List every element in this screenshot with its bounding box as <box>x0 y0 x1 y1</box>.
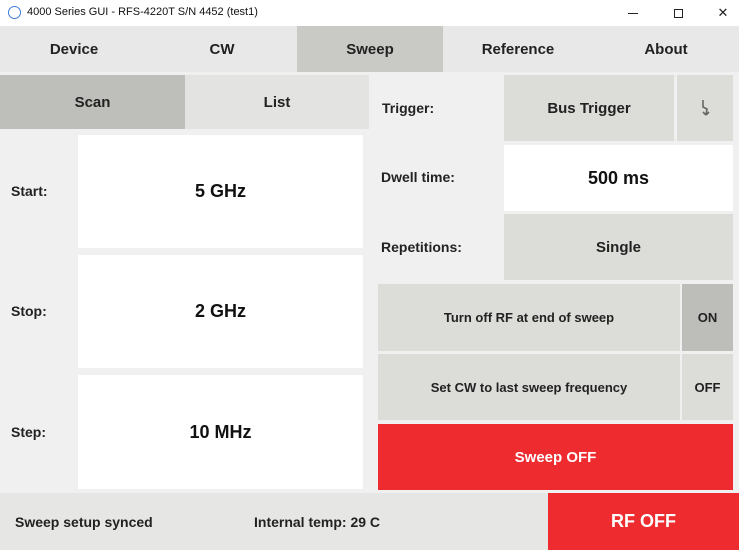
repetitions-label: Repetitions: <box>381 239 462 255</box>
maximize-button[interactable] <box>655 0 701 26</box>
sync-status: Sweep setup synced <box>15 514 153 530</box>
bolt-icon <box>702 100 710 116</box>
minimize-icon <box>628 12 638 14</box>
rf-button[interactable]: RF OFF <box>548 493 739 550</box>
step-label: Step: <box>11 424 46 440</box>
main-tabs: Device CW Sweep Reference About <box>0 26 739 72</box>
stop-label: Stop: <box>11 303 47 319</box>
tab-reference[interactable]: Reference <box>443 26 593 72</box>
sweep-subtabs: Scan List <box>0 75 369 129</box>
close-icon: ✕ <box>717 5 729 20</box>
set-cw-label[interactable]: Set CW to last sweep frequency <box>378 354 680 420</box>
start-input[interactable]: 5 GHz <box>78 135 363 248</box>
start-label: Start: <box>11 183 48 199</box>
trigger-select[interactable]: Bus Trigger <box>504 75 674 141</box>
subtab-scan[interactable]: Scan <box>0 75 185 129</box>
step-input[interactable]: 10 MHz <box>78 375 363 489</box>
status-bar: Sweep setup synced Internal temp: 29 C R… <box>0 493 739 550</box>
rf-off-end-label[interactable]: Turn off RF at end of sweep <box>378 284 680 351</box>
tab-sweep[interactable]: Sweep <box>297 26 443 72</box>
temperature-status: Internal temp: 29 C <box>254 514 381 530</box>
trigger-now-button[interactable] <box>677 75 733 141</box>
tab-device[interactable]: Device <box>0 26 148 72</box>
close-button[interactable]: ✕ <box>700 0 739 26</box>
window-title: 4000 Series GUI - RFS-4220T S/N 4452 (te… <box>27 6 258 18</box>
tab-about[interactable]: About <box>593 26 739 72</box>
dwell-input[interactable]: 500 ms <box>504 145 733 211</box>
tab-cw[interactable]: CW <box>148 26 296 72</box>
maximize-icon <box>673 8 683 18</box>
subtab-list[interactable]: List <box>185 75 369 129</box>
repetitions-select[interactable]: Single <box>504 214 733 280</box>
rf-off-end-toggle[interactable]: ON <box>682 284 733 351</box>
dwell-label: Dwell time: <box>381 169 455 185</box>
app-icon <box>8 6 21 19</box>
title-bar: 4000 Series GUI - RFS-4220T S/N 4452 (te… <box>0 0 739 26</box>
stop-input[interactable]: 2 GHz <box>78 255 363 368</box>
sweep-button[interactable]: Sweep OFF <box>378 424 733 490</box>
set-cw-toggle[interactable]: OFF <box>682 354 733 420</box>
minimize-button[interactable] <box>610 0 656 26</box>
trigger-label: Trigger: <box>382 100 435 116</box>
